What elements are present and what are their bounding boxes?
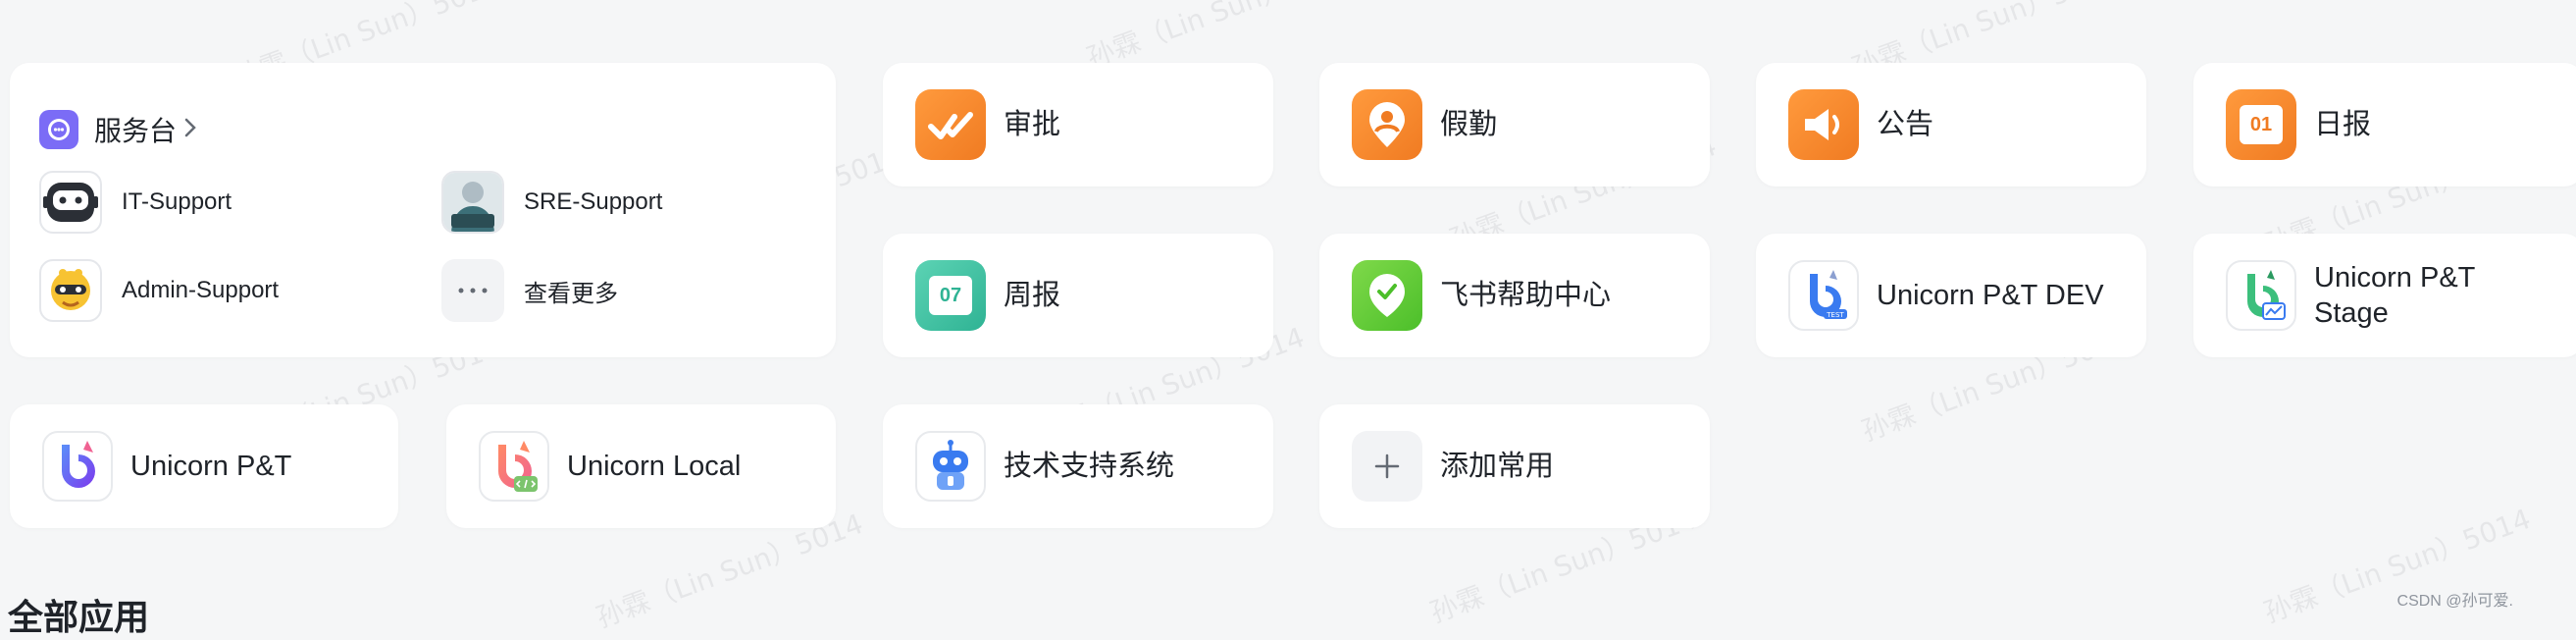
admin-support-label: Admin-Support [122,277,280,303]
more-dots-icon [441,259,504,322]
app-label: 日报 [2314,109,2372,140]
help-center-icon [1352,260,1422,331]
tech-support-icon [915,431,986,502]
app-tech-support[interactable]: 技术支持系统 [883,404,1273,528]
app-label: Unicorn Local [567,451,742,482]
daily-report-badge: 01 [2240,105,2283,144]
app-announcement[interactable]: 公告 [1756,63,2146,187]
csdn-credit: CSDN @孙可爱. [2396,593,2513,610]
app-unicorn[interactable]: Unicorn P&T [10,404,398,528]
app-attendance[interactable]: 假勤 [1319,63,1710,187]
approval-icon [915,89,986,160]
app-weekly-report[interactable]: 07 周报 [883,234,1273,357]
app-label: 周报 [1004,280,1061,311]
sre-support-item[interactable]: SRE-Support [441,171,662,234]
app-label: 假勤 [1440,109,1498,140]
admin-support-avatar-icon [39,259,102,322]
watermark: 孙霖（Lin Sun）5014 [2259,502,2536,629]
weekly-report-badge: 07 [929,276,972,315]
app-unicorn-dev[interactable]: TEST Unicorn P&T DEV [1756,234,2146,357]
all-apps-section-title: 全部应用 [8,597,150,637]
app-unicorn-stage[interactable]: Unicorn P&T Stage [2193,234,2576,357]
app-label: 添加常用 [1440,451,1555,482]
view-more-label: 查看更多 [524,280,618,307]
admin-support-item[interactable]: Admin-Support [39,259,279,322]
app-label: 飞书帮助中心 [1440,280,1612,311]
unicorn-stage-icon [2226,260,2296,331]
sre-support-label: SRE-Support [524,188,663,215]
plus-icon [1352,431,1422,502]
app-approval[interactable]: 审批 [883,63,1273,187]
announcement-icon [1788,89,1859,160]
app-label: Unicorn P&T DEV [1877,280,2104,311]
app-help-center[interactable]: 飞书帮助中心 [1319,234,1710,357]
app-label: 技术支持系统 [1004,451,1175,482]
attendance-icon [1352,89,1422,160]
app-daily-report[interactable]: 01 日报 [2193,63,2576,187]
service-desk-icon [39,110,78,149]
add-favorite-button[interactable]: 添加常用 [1319,404,1710,528]
weekly-report-icon: 07 [915,260,986,331]
app-label: 公告 [1877,109,1934,140]
daily-report-icon: 01 [2226,89,2296,160]
app-label: Unicorn P&T Stage [2314,262,2475,329]
app-label: 审批 [1004,109,1061,140]
view-more-item[interactable]: 查看更多 [441,259,618,322]
unicorn-icon [42,431,113,502]
service-desk-header[interactable]: 服务台 [39,110,198,149]
app-label: Unicorn P&T [130,451,292,482]
it-support-label: IT-Support [122,188,232,215]
chevron-right-icon [182,116,198,144]
it-support-robot-icon [39,171,102,234]
sre-support-avatar-icon [441,171,504,234]
unicorn-dev-icon: TEST [1788,260,1859,331]
app-unicorn-local[interactable]: Unicorn Local [446,404,836,528]
service-desk-title: 服务台 [94,116,178,146]
service-desk-card: 服务台 IT-Support SRE-Support Admin-Support… [10,63,836,357]
it-support-item[interactable]: IT-Support [39,171,232,234]
unicorn-local-icon [479,431,549,502]
unicorn-dev-badge: TEST [1826,311,1844,319]
